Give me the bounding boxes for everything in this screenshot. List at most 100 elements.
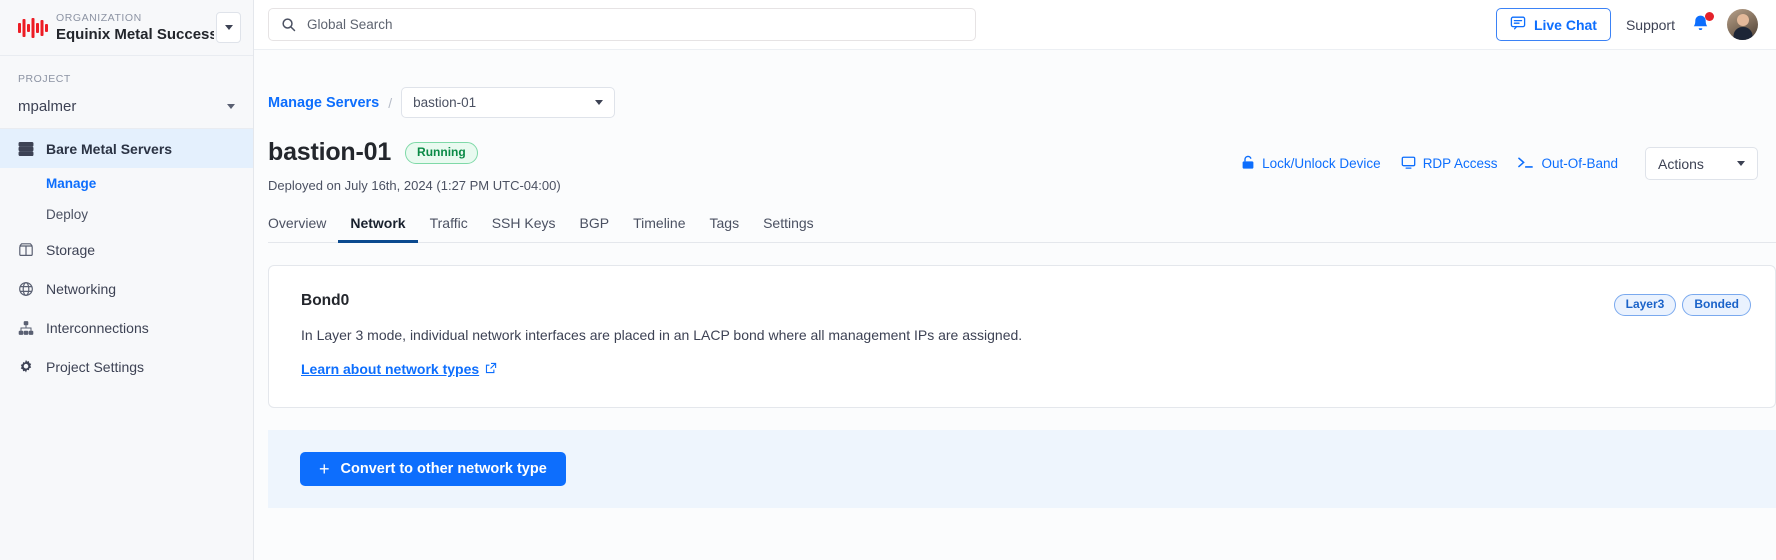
sidebar-item-label: Bare Metal Servers — [46, 140, 173, 157]
page-title: bastion-01 — [268, 138, 392, 166]
live-chat-button[interactable]: Live Chat — [1495, 8, 1611, 41]
page-header: bastion-01 Running Deployed on July 16th… — [254, 118, 1776, 193]
out-of-band-button[interactable]: Out-Of-Band — [1517, 155, 1618, 173]
tab-traffic[interactable]: Traffic — [418, 215, 480, 242]
tab-ssh-keys[interactable]: SSH Keys — [480, 215, 568, 242]
chevron-down-icon — [227, 104, 235, 109]
lock-unlock-device-button[interactable]: Lock/Unlock Device — [1241, 155, 1381, 173]
sidebar-item-interconnections[interactable]: Interconnections — [0, 308, 253, 347]
tab-overview[interactable]: Overview — [268, 215, 338, 242]
tab-label: SSH Keys — [491, 215, 556, 231]
badge-bonded: Bonded — [1682, 294, 1751, 316]
chevron-down-icon — [595, 100, 604, 105]
project-name: mpalmer — [18, 98, 77, 115]
sidebar-item-label: Networking — [46, 280, 117, 297]
tab-bar: Overview Network Traffic SSH Keys BGP Ti… — [268, 215, 1776, 243]
global-search[interactable]: Global Search — [268, 8, 976, 41]
organization-label: ORGANIZATION — [56, 11, 142, 24]
monitor-icon — [1401, 155, 1416, 173]
sidebar-item-bare-metal-servers[interactable]: Bare Metal Servers — [0, 129, 253, 168]
tab-label: Overview — [268, 215, 327, 231]
server-select[interactable]: bastion-01 — [401, 87, 616, 118]
sidebar-item-label: Interconnections — [46, 319, 149, 336]
tab-bgp[interactable]: BGP — [568, 215, 622, 242]
page-header-left: bastion-01 Running Deployed on July 16th… — [268, 138, 561, 193]
sidebar-item-label: Project Settings — [46, 358, 145, 375]
bond0-description: In Layer 3 mode, individual network inte… — [301, 327, 1023, 343]
tab-label: BGP — [579, 215, 610, 231]
sidebar-nav: Bare Metal Servers Manage Deploy Storage — [0, 128, 253, 386]
tab-label: Tags — [709, 215, 740, 231]
tab-label: Timeline — [633, 215, 686, 231]
notification-dot — [1705, 11, 1714, 21]
chat-bubble-icon — [1510, 15, 1526, 34]
actions-dropdown-label: Actions — [1658, 155, 1704, 172]
organization-dropdown-button[interactable] — [216, 12, 241, 43]
notifications-button[interactable] — [1690, 11, 1714, 39]
organization-switcher[interactable]: ORGANIZATION Equinix Metal Success — [0, 0, 253, 56]
topbar-right: Live Chat Support — [1495, 8, 1758, 41]
tab-label: Network — [350, 215, 406, 231]
main-area: Global Search Live Chat Support Manage S… — [254, 0, 1776, 560]
bond0-badges: Layer3 Bonded — [1613, 292, 1751, 379]
tab-timeline[interactable]: Timeline — [621, 215, 697, 242]
convert-button-label: Convert to other network type — [340, 461, 547, 477]
deployed-timestamp: Deployed on July 16th, 2024 (1:27 PM UTC… — [268, 178, 561, 193]
sidebar-subitem-label: Manage — [46, 176, 97, 191]
convert-network-type-button[interactable]: + Convert to other network type — [300, 452, 566, 486]
tab-tags[interactable]: Tags — [698, 215, 752, 242]
out-of-band-label: Out-Of-Band — [1541, 156, 1618, 171]
chevron-down-icon — [224, 25, 233, 30]
breadcrumb: Manage Servers / bastion-01 — [254, 50, 1776, 118]
bell-icon — [1690, 15, 1711, 39]
support-label: Support — [1625, 16, 1675, 33]
plus-icon: + — [319, 458, 330, 479]
storage-icon — [18, 242, 46, 258]
chevron-down-icon — [1737, 161, 1745, 166]
badge-layer3: Layer3 — [1613, 294, 1677, 316]
bond0-card-body: Bond0 In Layer 3 mode, individual networ… — [301, 292, 1614, 379]
servers-icon — [18, 141, 46, 157]
equinix-metal-logo-icon — [18, 17, 52, 39]
sidebar-item-networking[interactable]: Networking — [0, 269, 253, 308]
search-icon — [281, 17, 307, 32]
bond0-card: Bond0 In Layer 3 mode, individual networ… — [268, 265, 1776, 408]
support-link[interactable]: Support — [1626, 17, 1675, 33]
page-content: Manage Servers / bastion-01 bastion-01 R… — [254, 50, 1776, 560]
project-select[interactable]: mpalmer — [18, 86, 235, 128]
avatar[interactable] — [1727, 9, 1758, 40]
rdp-access-button[interactable]: RDP Access — [1401, 155, 1498, 173]
live-chat-label: Live Chat — [1533, 16, 1597, 33]
tab-settings[interactable]: Settings — [751, 215, 826, 242]
sidebar-item-project-settings[interactable]: Project Settings — [0, 347, 253, 386]
title-row: bastion-01 Running — [268, 138, 561, 167]
server-select-value: bastion-01 — [413, 95, 477, 110]
learn-link-label: Learn about network types — [301, 361, 480, 377]
sidebar-subitem-label: Deploy — [46, 207, 89, 222]
sidebar-subitem-manage[interactable]: Manage — [0, 168, 253, 199]
sidebar-item-storage[interactable]: Storage — [0, 230, 253, 269]
gear-icon — [18, 359, 46, 375]
bond0-title: Bond0 — [301, 292, 350, 309]
project-label: PROJECT — [18, 73, 71, 85]
tab-label: Settings — [763, 215, 814, 231]
sidebar-subitem-deploy[interactable]: Deploy — [0, 199, 253, 230]
sidebar-item-label: Storage — [46, 241, 96, 258]
app-root: ORGANIZATION Equinix Metal Success PROJE… — [0, 0, 1776, 560]
page-header-actions: Lock/Unlock Device RDP Access Out-Of-Ban… — [1241, 138, 1758, 180]
actions-dropdown[interactable]: Actions — [1645, 147, 1758, 180]
external-link-icon — [485, 361, 497, 377]
sidebar: ORGANIZATION Equinix Metal Success PROJE… — [0, 0, 254, 560]
rdp-access-label: RDP Access — [1422, 156, 1498, 171]
interconnections-icon — [18, 320, 46, 336]
tab-label: Traffic — [429, 215, 468, 231]
tab-network[interactable]: Network — [338, 215, 418, 243]
topbar: Global Search Live Chat Support — [254, 0, 1776, 50]
lock-icon — [1241, 155, 1255, 173]
breadcrumb-separator: / — [388, 94, 393, 111]
breadcrumb-manage-servers[interactable]: Manage Servers — [268, 95, 379, 111]
organization-name: Equinix Metal Success — [56, 25, 214, 43]
search-input[interactable]: Global Search — [307, 17, 393, 32]
learn-about-network-types-link[interactable]: Learn about network types — [301, 361, 497, 377]
project-switcher: PROJECT mpalmer — [0, 56, 253, 128]
